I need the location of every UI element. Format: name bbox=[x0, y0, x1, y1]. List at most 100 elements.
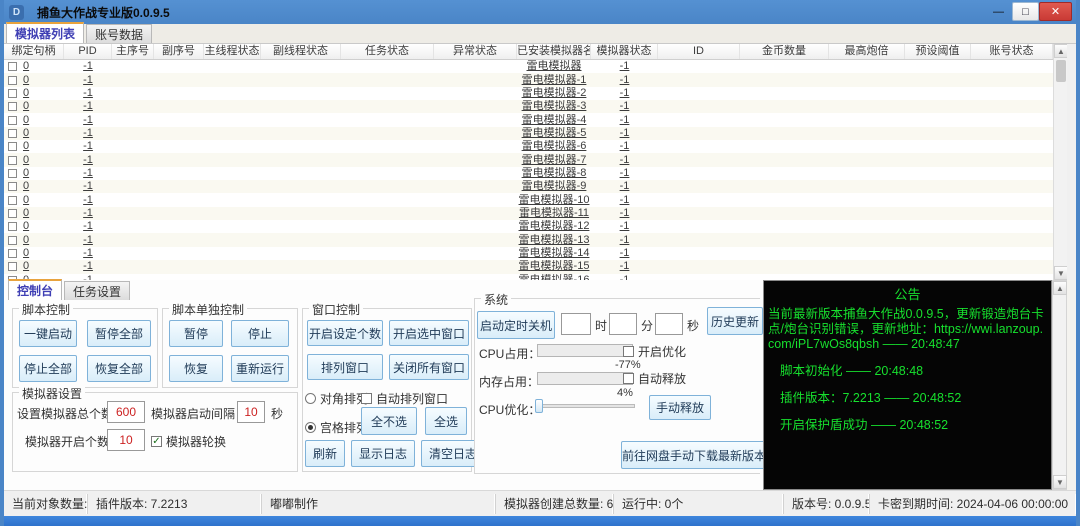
column-header[interactable]: 模拟器状态 bbox=[591, 44, 658, 59]
handle-link[interactable]: 0 bbox=[23, 140, 29, 153]
emulator-status-link[interactable]: -1 bbox=[620, 74, 630, 86]
row-checkbox[interactable] bbox=[8, 89, 17, 98]
emulator-status-link[interactable]: -1 bbox=[620, 100, 630, 112]
pid-link[interactable]: -1 bbox=[83, 247, 93, 259]
pid-link[interactable]: -1 bbox=[83, 140, 93, 152]
pid-link[interactable]: -1 bbox=[83, 220, 93, 232]
open-selected-button[interactable]: 开启选中窗口 bbox=[389, 320, 469, 346]
interval-field[interactable]: 10 bbox=[237, 401, 265, 423]
emulator-name-link[interactable]: 雷电模拟器-7 bbox=[522, 154, 587, 166]
cpu-opt-slider[interactable] bbox=[535, 399, 637, 413]
column-header[interactable]: PID bbox=[64, 44, 112, 59]
close-button[interactable]: ✕ bbox=[1039, 2, 1072, 21]
scroll-up-icon[interactable]: ▲ bbox=[1053, 281, 1067, 295]
tab-task-settings[interactable]: 任务设置 bbox=[64, 281, 130, 300]
emulator-status-link[interactable]: -1 bbox=[620, 220, 630, 232]
row-checkbox[interactable] bbox=[8, 169, 17, 178]
row-checkbox[interactable] bbox=[8, 116, 17, 125]
pid-link[interactable]: -1 bbox=[83, 167, 93, 179]
column-header[interactable]: 副序号 bbox=[154, 44, 204, 59]
history-update-button[interactable]: 历史更新 bbox=[707, 307, 763, 335]
row-checkbox[interactable] bbox=[8, 129, 17, 138]
hour-field[interactable] bbox=[561, 313, 591, 335]
row-checkbox[interactable] bbox=[8, 222, 17, 231]
emulator-name-link[interactable]: 雷电模拟器-3 bbox=[522, 100, 587, 112]
emulator-name-link[interactable]: 雷电模拟器-2 bbox=[522, 87, 587, 99]
scroll-up-icon[interactable]: ▲ bbox=[1054, 44, 1067, 58]
handle-link[interactable]: 0 bbox=[23, 234, 29, 247]
row-checkbox[interactable] bbox=[8, 182, 17, 191]
tab-emulator-list[interactable]: 模拟器列表 bbox=[6, 22, 84, 43]
emulator-status-link[interactable]: -1 bbox=[620, 234, 630, 246]
emulator-name-link[interactable]: 雷电模拟器-14 bbox=[519, 247, 590, 259]
handle-link[interactable]: 0 bbox=[23, 247, 29, 260]
emulator-name-link[interactable]: 雷电模拟器-5 bbox=[522, 127, 587, 139]
emulator-status-link[interactable]: -1 bbox=[620, 247, 630, 259]
scroll-down-icon[interactable]: ▼ bbox=[1053, 475, 1067, 489]
handle-link[interactable]: 0 bbox=[23, 207, 29, 220]
scheduled-shutdown-button[interactable]: 启动定时关机 bbox=[477, 311, 555, 339]
row-checkbox[interactable] bbox=[8, 156, 17, 165]
handle-link[interactable]: 0 bbox=[23, 114, 29, 127]
emulator-name-link[interactable]: 雷电模拟器 bbox=[527, 60, 582, 72]
refresh-button[interactable]: 刷新 bbox=[305, 440, 345, 467]
row-checkbox[interactable] bbox=[8, 142, 17, 151]
select-none-button[interactable]: 全不选 bbox=[361, 407, 417, 435]
resume-button[interactable]: 恢复 bbox=[169, 355, 223, 382]
scroll-thumb[interactable] bbox=[1056, 60, 1066, 82]
close-all-windows-button[interactable]: 关闭所有窗口 bbox=[389, 354, 469, 380]
emulator-name-link[interactable]: 雷电模拟器-9 bbox=[522, 180, 587, 192]
emulator-name-link[interactable]: 雷电模拟器-13 bbox=[519, 234, 590, 246]
stop-all-button[interactable]: 停止全部 bbox=[19, 355, 77, 382]
column-header[interactable]: ID bbox=[658, 44, 740, 59]
handle-link[interactable]: 0 bbox=[23, 87, 29, 100]
emulator-name-link[interactable]: 雷电模拟器-6 bbox=[522, 140, 587, 152]
row-checkbox[interactable] bbox=[8, 236, 17, 245]
row-checkbox[interactable] bbox=[8, 249, 17, 258]
handle-link[interactable]: 0 bbox=[23, 194, 29, 207]
grid-radio[interactable]: 宫格排列 bbox=[305, 419, 368, 436]
pid-link[interactable]: -1 bbox=[83, 87, 93, 99]
pause-all-button[interactable]: 暂停全部 bbox=[87, 320, 151, 347]
handle-link[interactable]: 0 bbox=[23, 60, 29, 73]
emulator-status-link[interactable]: -1 bbox=[620, 127, 630, 139]
emulator-status-link[interactable]: -1 bbox=[620, 207, 630, 219]
handle-link[interactable]: 0 bbox=[23, 74, 29, 87]
tab-account-data[interactable]: 账号数据 bbox=[86, 24, 152, 43]
download-latest-button[interactable]: 前往网盘手动下载最新版本 bbox=[621, 441, 767, 469]
optimize-checkbox[interactable]: 开启优化 bbox=[623, 343, 686, 360]
handle-link[interactable]: 0 bbox=[23, 154, 29, 167]
stop-button[interactable]: 停止 bbox=[231, 320, 289, 347]
handle-link[interactable]: 0 bbox=[23, 260, 29, 273]
row-checkbox[interactable] bbox=[8, 62, 17, 71]
second-field[interactable] bbox=[655, 313, 683, 335]
handle-link[interactable]: 0 bbox=[23, 100, 29, 113]
minute-field[interactable] bbox=[609, 313, 637, 335]
minimize-button[interactable]: — bbox=[985, 2, 1012, 21]
handle-link[interactable]: 0 bbox=[23, 220, 29, 233]
rotate-checkbox[interactable]: ✓ 模拟器轮换 bbox=[151, 433, 226, 450]
emulator-status-link[interactable]: -1 bbox=[620, 60, 630, 72]
column-header[interactable]: 主线程状态 bbox=[204, 44, 261, 59]
auto-arrange-checkbox[interactable]: 自动排列窗口 bbox=[361, 390, 448, 407]
pid-link[interactable]: -1 bbox=[83, 207, 93, 219]
emulator-name-link[interactable]: 雷电模拟器-11 bbox=[519, 207, 589, 219]
start-all-button[interactable]: 一键启动 bbox=[19, 320, 77, 347]
emulator-status-link[interactable]: -1 bbox=[620, 114, 630, 126]
column-header[interactable]: 最高炮倍 bbox=[829, 44, 905, 59]
column-header[interactable]: 绑定句柄 bbox=[4, 44, 64, 59]
row-checkbox[interactable] bbox=[8, 262, 17, 271]
pid-link[interactable]: -1 bbox=[83, 180, 93, 192]
row-checkbox[interactable] bbox=[8, 209, 17, 218]
pid-link[interactable]: -1 bbox=[83, 260, 93, 272]
pause-button[interactable]: 暂停 bbox=[169, 320, 223, 347]
column-header[interactable]: 金币数量 bbox=[740, 44, 829, 59]
total-count-field[interactable]: 600 bbox=[107, 401, 145, 423]
emulator-name-link[interactable]: 雷电模拟器-15 bbox=[519, 260, 590, 272]
column-header[interactable]: 异常状态 bbox=[434, 44, 517, 59]
emulator-status-link[interactable]: -1 bbox=[620, 194, 630, 206]
pid-link[interactable]: -1 bbox=[83, 74, 93, 86]
handle-link[interactable]: 0 bbox=[23, 127, 29, 140]
emulator-status-link[interactable]: -1 bbox=[620, 154, 630, 166]
open-count-field[interactable]: 10 bbox=[107, 429, 145, 451]
